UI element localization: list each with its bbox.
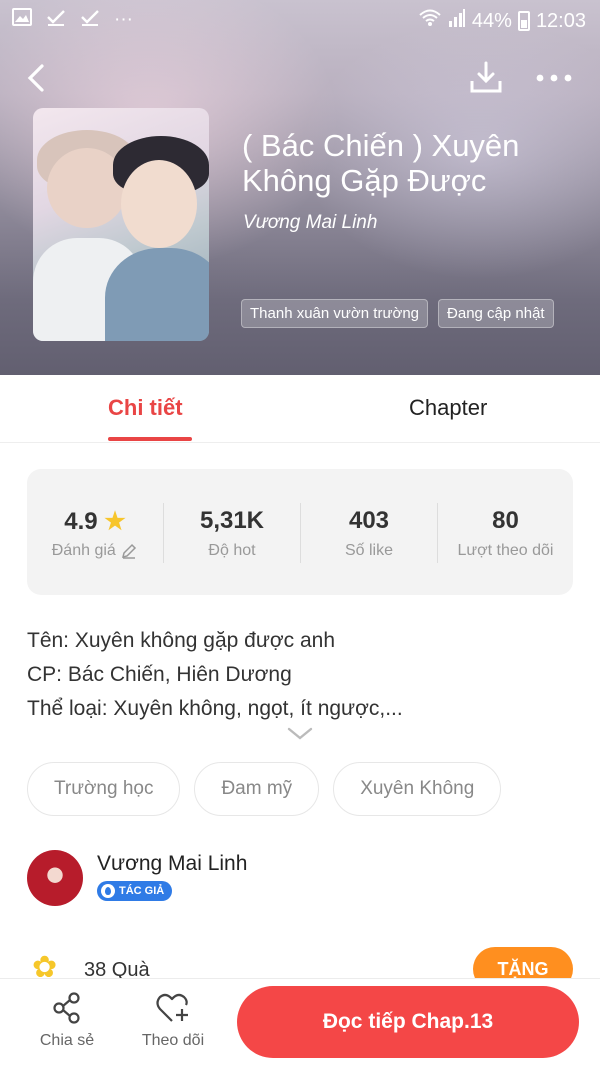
more-dots-icon <box>536 74 572 82</box>
description-line: Tên: Xuyên không gặp được anh <box>27 629 336 652</box>
tab-detail[interactable]: Chi tiết <box>108 395 183 421</box>
top-action-bar <box>0 55 600 99</box>
description-line: Thể loại: Xuyên không, ngọt, ít ngược,..… <box>27 697 403 720</box>
bottom-action-bar: Chia sẻ Theo dõi Đọc tiếp Chap.13 <box>0 978 600 1067</box>
description-line: CP: Bác Chiến, Hiên Dương <box>27 663 292 686</box>
give-gift-button[interactable]: TẶNG <box>473 947 573 979</box>
stat-likes: 403 Số like <box>301 469 437 595</box>
tab-bar: Chi tiết Chapter <box>0 375 600 443</box>
share-label: Chia sẻ <box>39 1032 95 1049</box>
follow-label: Theo dõi <box>141 1032 205 1049</box>
check-icon <box>80 8 100 32</box>
likes-label: Số like <box>344 542 394 559</box>
book-tags: Thanh xuân vườn trường Đang cập nhật <box>241 299 554 328</box>
stat-follows: 80 Lượt theo dõi <box>438 469 573 595</box>
book-cover-image <box>33 108 209 341</box>
author-badge-label: TÁC GIẢ <box>119 885 165 897</box>
back-button[interactable] <box>22 61 52 95</box>
battery-icon <box>517 11 530 31</box>
star-icon: ★ <box>104 508 126 535</box>
genre-chips: Trường học Đam mỹ Xuyên Không <box>27 762 502 816</box>
genre-chip[interactable]: Trường học <box>27 762 181 816</box>
stats-card: 4.9 ★ Đánh giá 5,31K Độ hot 403 Số like … <box>27 469 573 595</box>
stat-hot: 5,31K Độ hot <box>164 469 300 595</box>
check-icon <box>46 8 66 32</box>
author-badge-icon <box>101 884 115 898</box>
gallery-icon <box>12 8 32 32</box>
genre-chip[interactable]: Xuyên Không <box>333 762 502 816</box>
rating-value: 4.9 <box>64 508 98 535</box>
follows-value: 80 <box>492 507 519 534</box>
more-notifications-icon: ··· <box>114 9 133 30</box>
rating-label: Đánh giá <box>51 542 116 560</box>
clock: 12:03 <box>535 9 586 32</box>
tab-chapter[interactable]: Chapter <box>409 395 487 421</box>
share-button[interactable]: Chia sẻ <box>27 991 107 1050</box>
wifi-icon <box>418 8 442 34</box>
author-name[interactable]: Vương Mai Linh <box>97 852 247 876</box>
edit-icon <box>122 543 137 559</box>
book-header: ··· 44% 12:03 ( Bác Chiến) Xuyên Không … <box>0 0 600 375</box>
status-bar: ··· 44% 12:03 <box>0 0 600 40</box>
likes-value: 403 <box>348 507 390 534</box>
follows-label: Lượt theo dõi <box>457 542 554 559</box>
gift-row: ✿ 38 Quà TẶNG <box>0 945 600 979</box>
genre-chip[interactable]: Đam mỹ <box>194 762 320 816</box>
gift-count: 38 Quà <box>84 959 150 979</box>
continue-reading-button[interactable]: Đọc tiếp Chap.13 <box>237 986 579 1058</box>
signal-icon <box>448 9 466 33</box>
share-icon <box>53 992 80 1024</box>
hot-label: Độ hot <box>208 542 256 559</box>
hot-value: 5,31K <box>199 507 265 534</box>
author-avatar[interactable] <box>27 850 83 906</box>
follow-button[interactable]: Theo dõi <box>133 991 213 1050</box>
tag-category[interactable]: Thanh xuân vườn trường <box>241 299 429 328</box>
download-button[interactable] <box>468 59 504 95</box>
battery-percent: 44% <box>471 9 512 32</box>
active-tab-indicator <box>108 437 192 441</box>
more-options-button[interactable] <box>534 61 574 95</box>
book-author[interactable]: Vương Mai Linh <box>243 212 377 234</box>
book-description: Tên: Xuyên không gặp được anh CP: Bác Ch… <box>27 624 573 726</box>
heart-plus-icon <box>156 993 188 1022</box>
book-title: ( Bác Chiến ) Xuyên Không Gặp Được <box>242 128 520 198</box>
expand-description-chevron-icon[interactable] <box>286 726 314 742</box>
stat-rating[interactable]: 4.9 ★ Đánh giá <box>27 469 163 595</box>
author-badge: TÁC GIẢ <box>97 881 173 901</box>
tag-status: Đang cập nhật <box>438 299 554 328</box>
gift-star-icon: ✿ <box>32 951 58 980</box>
download-icon <box>470 61 502 93</box>
chevron-left-icon <box>27 64 44 92</box>
